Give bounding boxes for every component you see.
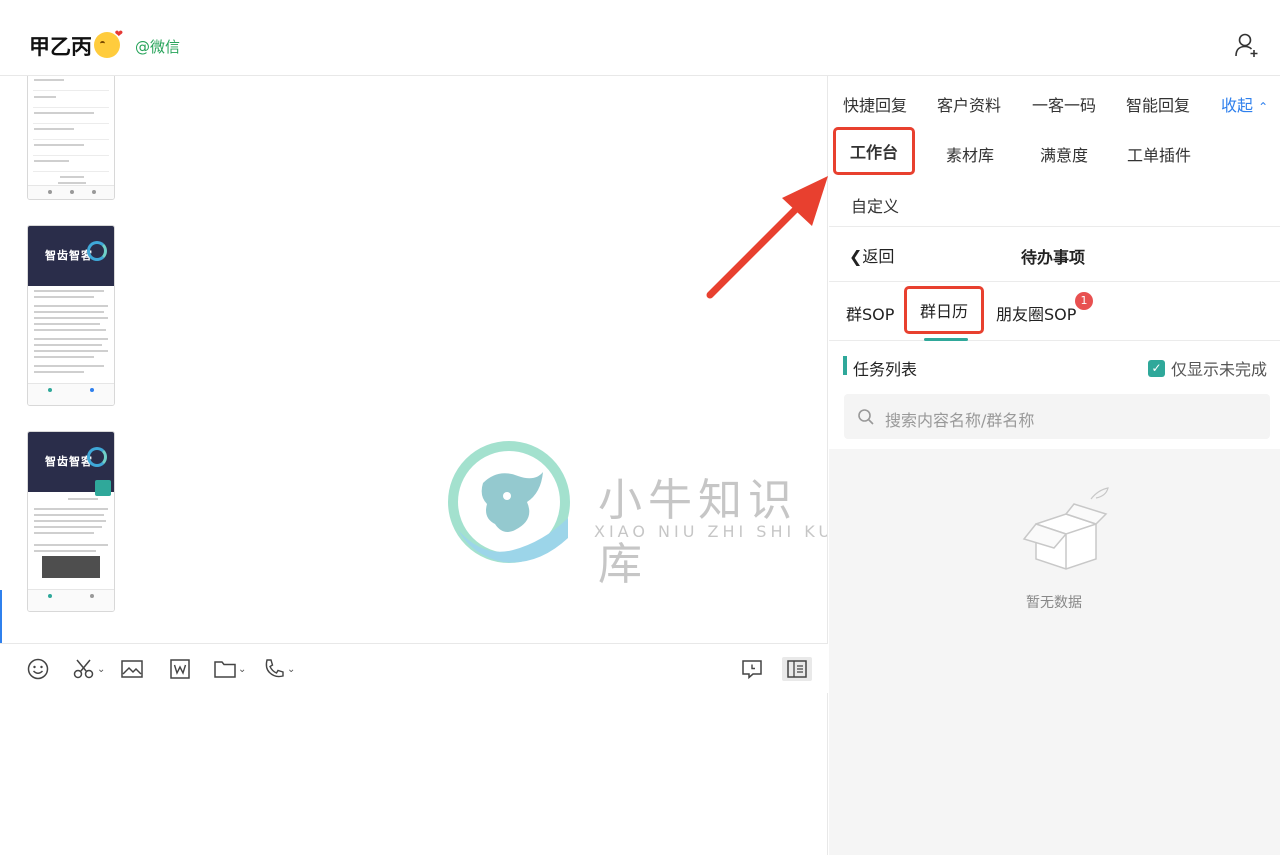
back-button[interactable]: ❮返回 [849, 243, 894, 267]
checkmark-icon: ✓ [1148, 359, 1165, 377]
collapse-button[interactable]: 收起 ⌃ [1221, 92, 1268, 116]
tab-smart-reply[interactable]: 智能回复 [1126, 92, 1190, 116]
compose-toolbar: ⌄ ⌄ ⌄ [0, 643, 828, 693]
add-user-icon[interactable] [1234, 32, 1260, 58]
chat-window: 甲乙丙 @微信 [0, 0, 1280, 855]
contact-name-text: 甲乙丙 [29, 35, 92, 59]
chevron-down-icon: ⌄ [238, 663, 247, 675]
back-label: 返回 [862, 247, 895, 266]
thumbnail-banner: 智齿智客 [28, 226, 114, 286]
bull-logo-icon [448, 441, 570, 563]
chevron-up-icon: ⌃ [1258, 100, 1269, 114]
tab-customer-info[interactable]: 客户资料 [937, 92, 1001, 116]
sidebar-panel-icon [787, 660, 807, 678]
search-placeholder: 搜索内容名称/群名称 [885, 411, 1035, 430]
task-list-section: 任务列表 ✓ 仅显示未完成 搜索内容名称/群名称 [829, 341, 1280, 449]
watermark-title: 小牛知识库 [598, 475, 798, 590]
scissors-icon [73, 659, 94, 679]
todo-header: ❮返回 待办事项 [829, 227, 1280, 282]
toggle-sidebar-button[interactable] [782, 657, 812, 681]
collapse-label: 收起 [1221, 96, 1254, 115]
message-input[interactable] [0, 693, 828, 855]
tab-ticket-plugin[interactable]: 工单插件 [1127, 142, 1191, 166]
search-input[interactable]: 搜索内容名称/群名称 [844, 394, 1270, 439]
subtab-group-sop[interactable]: 群SOP [846, 301, 894, 325]
message-image-thumbnail[interactable] [27, 76, 115, 200]
notification-badge: 1 [1075, 292, 1093, 310]
phone-icon [265, 659, 284, 678]
emoji-button[interactable] [26, 657, 50, 681]
word-file-icon [170, 659, 190, 679]
chevron-down-icon: ⌄ [287, 663, 296, 675]
call-button[interactable]: ⌄ [262, 657, 295, 681]
watermark-logo: 小牛知识库 XIAO NIU ZHI SHI KU [443, 438, 828, 590]
channel-label: @微信 [135, 38, 181, 56]
empty-box-icon [1022, 487, 1109, 570]
subtab-group-calendar[interactable]: 群日历 [904, 286, 985, 334]
folder-icon [214, 661, 236, 678]
image-button[interactable] [120, 657, 144, 681]
screenshot-button[interactable]: ⌄ [72, 657, 105, 681]
task-list-title: 任务列表 [853, 360, 918, 379]
tab-material-library[interactable]: 素材库 [946, 142, 994, 166]
tab-custom[interactable]: 自定义 [851, 193, 899, 217]
tab-satisfaction[interactable]: 满意度 [1040, 142, 1088, 166]
message-image-thumbnail[interactable]: 智齿智客 [27, 225, 115, 406]
comment-icon [742, 660, 762, 680]
todo-title: 待办事项 [1021, 248, 1086, 267]
message-area[interactable]: 智齿智客 智齿智客 小牛知识库 XIAO NIU ZHI SHI KU [0, 76, 828, 643]
contact-name: 甲乙丙 [29, 29, 123, 61]
kiss-emoji-icon [94, 29, 123, 58]
chevron-down-icon: ⌄ [97, 663, 106, 675]
chevron-left-icon: ❮ [849, 247, 863, 266]
history-button[interactable] [740, 657, 764, 681]
subtab-moments-sop[interactable]: 朋友圈SOP [996, 301, 1076, 325]
empty-state-text: 暂无数据 [1026, 595, 1082, 611]
image-icon [121, 660, 143, 678]
watermark-subtitle: XIAO NIU ZHI SHI KU [594, 522, 828, 541]
folder-button[interactable]: ⌄ [213, 657, 246, 681]
todo-subtabs: 群SOP 群日历 朋友圈SOP 1 [829, 282, 1280, 341]
emoji-icon [27, 658, 49, 680]
show-incomplete-checkbox[interactable]: ✓ 仅显示未完成 [1148, 356, 1267, 380]
filter-label: 仅显示未完成 [1171, 360, 1268, 379]
tab-quick-reply[interactable]: 快捷回复 [843, 92, 907, 116]
section-marker [843, 356, 847, 375]
tab-workbench[interactable]: 工作台 [833, 127, 916, 175]
chat-header: 甲乙丙 @微信 [0, 0, 1280, 76]
message-image-thumbnail[interactable]: 智齿智客 [27, 431, 115, 612]
side-panel: 快捷回复 客户资料 一客一码 智能回复 收起 ⌃ 工作台 素材库 满意度 工单插… [829, 76, 1280, 855]
tab-customer-code[interactable]: 一客一码 [1032, 92, 1096, 116]
search-icon [858, 409, 874, 425]
file-button[interactable] [168, 657, 192, 681]
side-panel-tabs: 快捷回复 客户资料 一客一码 智能回复 收起 ⌃ 工作台 素材库 满意度 工单插… [829, 76, 1280, 227]
